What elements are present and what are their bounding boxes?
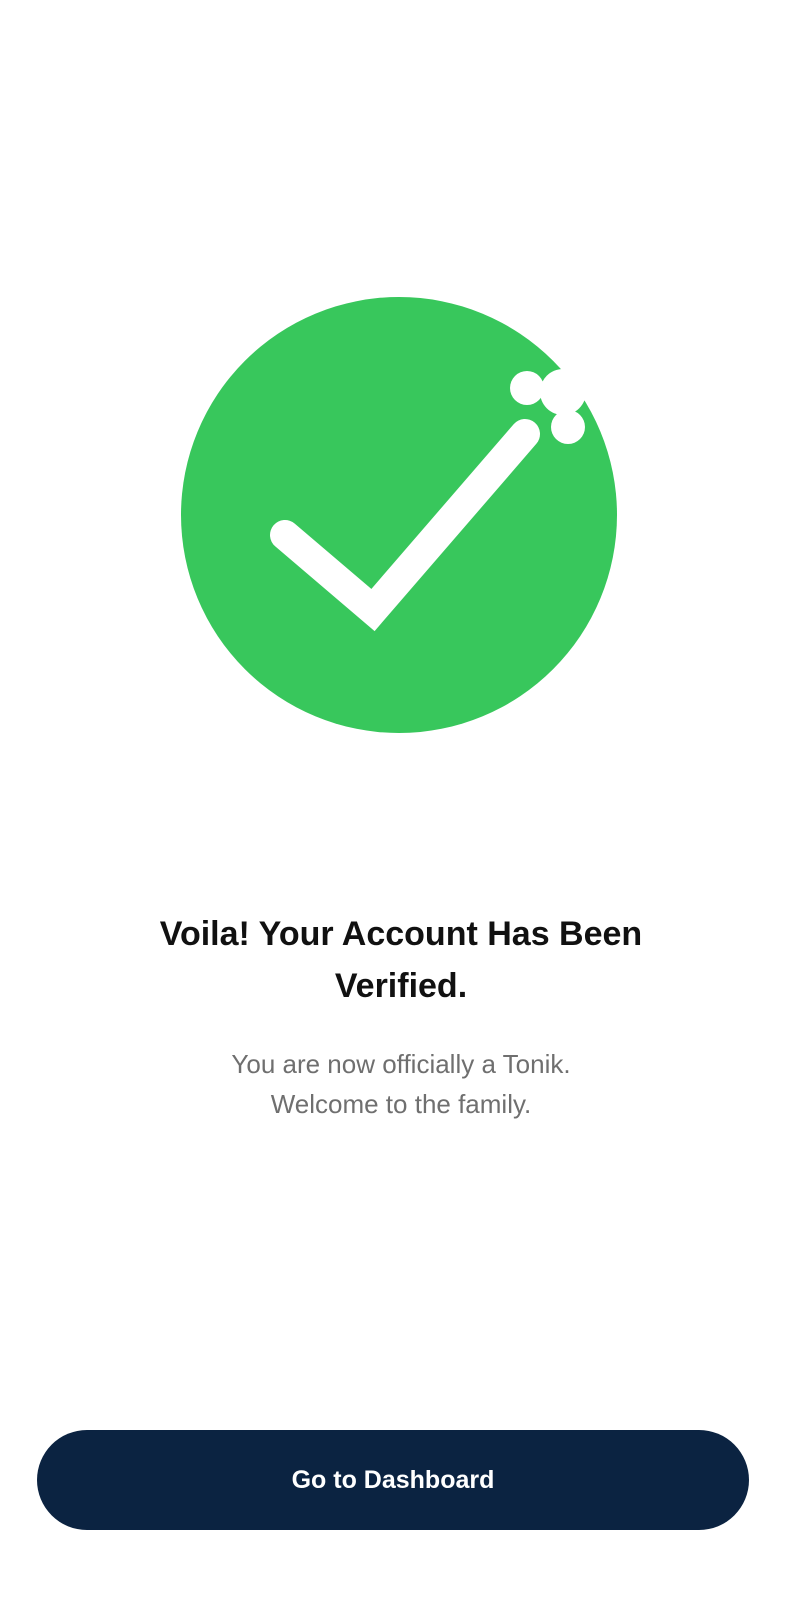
page-title: Voila! Your Account Has Been Verified. — [60, 908, 742, 1012]
welcome-message-line-2: Welcome to the family. — [270, 1089, 532, 1119]
page-title-line-1: Voila! Your Account Has Been — [159, 915, 643, 953]
success-circle — [181, 297, 617, 733]
success-dot-small — [556, 415, 580, 439]
go-to-dashboard-button[interactable]: Go to Dashboard — [37, 1430, 749, 1530]
welcome-message-line-1: You are now officially a Tonik. — [231, 1049, 571, 1079]
check-circle-icon — [176, 292, 622, 738]
welcome-message: You are now officially a Tonik. Welcome … — [60, 1044, 742, 1124]
success-dot-large — [549, 378, 577, 406]
page-title-line-2: Verified. — [334, 967, 468, 1005]
verification-success-screen: Voila! Your Account Has Been Verified. Y… — [0, 0, 802, 1600]
success-dot-medium — [514, 376, 538, 400]
